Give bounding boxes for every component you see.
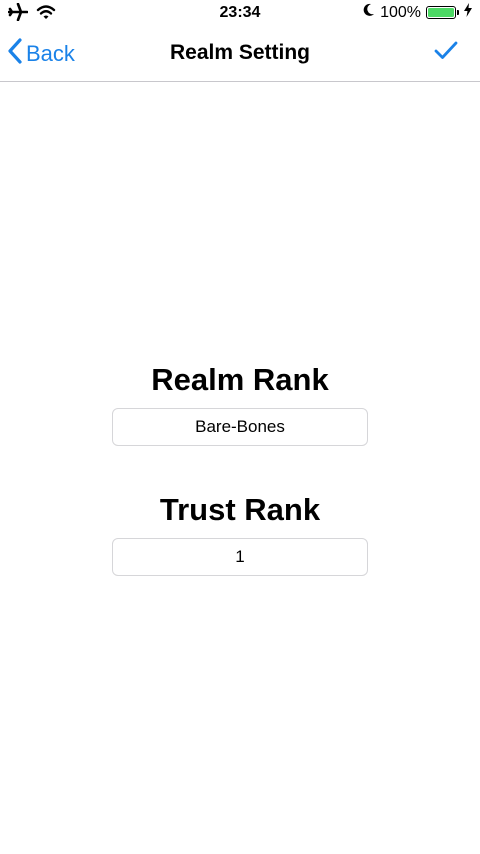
battery-percentage: 100% — [380, 3, 421, 21]
charging-bolt-icon — [464, 3, 472, 22]
battery-level — [428, 8, 454, 17]
moon-icon — [363, 3, 375, 22]
checkmark-icon — [434, 41, 458, 64]
trust-rank-field[interactable]: 1 — [112, 538, 368, 576]
status-right-icons: 100% — [363, 3, 472, 22]
navigation-bar: Back Realm Setting — [0, 26, 480, 82]
done-button[interactable] — [434, 40, 458, 65]
realm-rank-section: Realm Rank Bare-Bones — [0, 362, 480, 446]
page-title: Realm Setting — [169, 41, 311, 64]
realm-rank-field[interactable]: Bare-Bones — [112, 408, 368, 446]
trust-rank-section: Trust Rank 1 — [0, 492, 480, 576]
trust-rank-title: Trust Rank — [159, 492, 321, 527]
battery-icon — [426, 6, 459, 19]
realm-rank-title: Realm Rank — [151, 362, 329, 397]
status-bar: 23:34 100% — [0, 0, 480, 26]
